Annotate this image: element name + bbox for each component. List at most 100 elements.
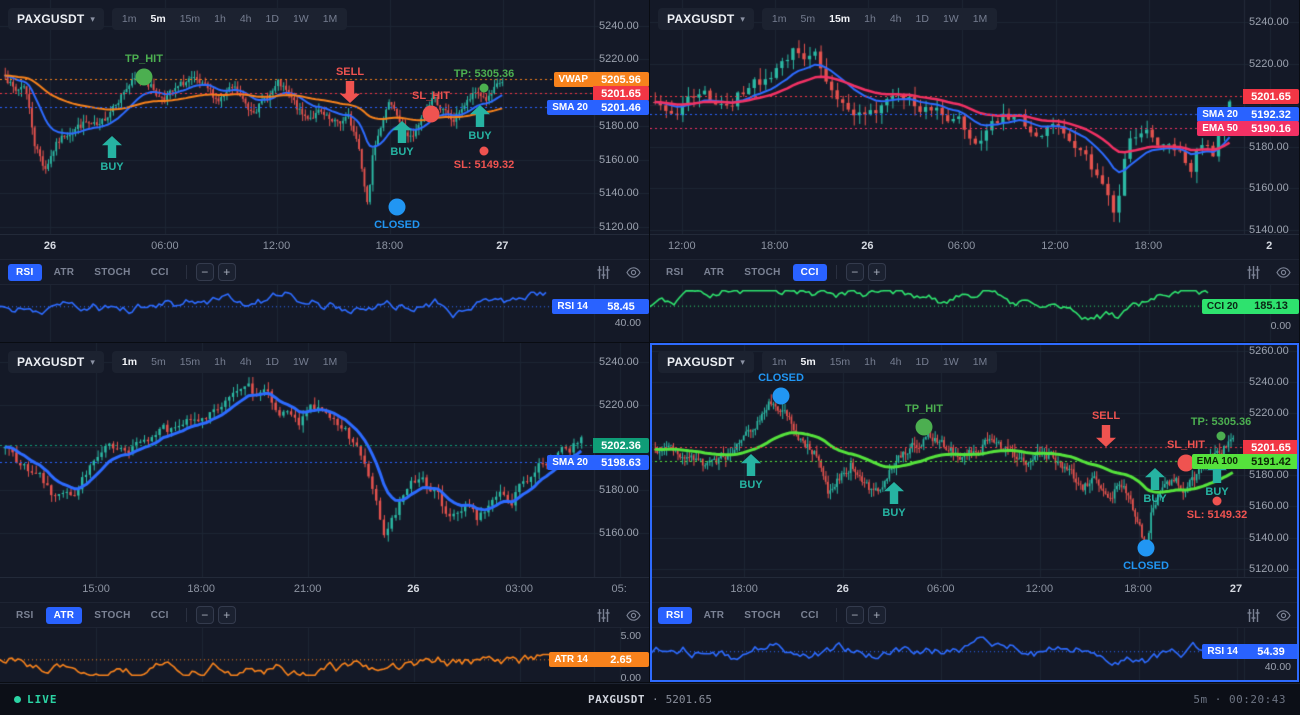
price-chart[interactable]: 5240.005220.005180.005160.005140.005120.… [0, 0, 649, 234]
chevron-down-icon: ▾ [740, 358, 745, 367]
timeframe-group: 1m5m15m1h4h1D1W1M [762, 8, 997, 30]
zoom-in-button[interactable]: + [218, 606, 236, 624]
price-tag: SMA 205192.32 [1197, 107, 1299, 122]
timeframe-15m[interactable]: 15m [824, 354, 856, 370]
indicator-tab-atr[interactable]: ATR [696, 607, 733, 624]
price-chart[interactable]: 5240.005220.005180.005160.005140.005201.… [650, 0, 1299, 234]
trade-level-dot [1217, 432, 1226, 441]
visibility-eye-icon[interactable] [625, 264, 641, 280]
timeframe-1W[interactable]: 1W [287, 11, 315, 27]
indicator-tab-rsi[interactable]: RSI [8, 607, 42, 624]
timeframe-5m[interactable]: 5m [795, 354, 822, 370]
indicator-tab-cci[interactable]: CCI [793, 264, 827, 281]
timeframe-1m[interactable]: 1m [116, 11, 143, 27]
indicator-tab-cci[interactable]: CCI [143, 264, 177, 281]
price-chart[interactable]: 5260.005240.005220.005180.005160.005140.… [650, 343, 1299, 577]
zoom-out-button[interactable]: − [846, 606, 864, 624]
timeframe-4h[interactable]: 4h [884, 11, 908, 27]
timeframe-1W[interactable]: 1W [287, 354, 315, 370]
indicator-tab-stoch[interactable]: STOCH [736, 264, 788, 281]
statusbar-clock: 00:20:43 [1229, 693, 1286, 706]
indicator-tab-rsi[interactable]: RSI [658, 607, 692, 624]
timeframe-1m[interactable]: 1m [116, 354, 143, 370]
y-axis-label: 5180.00 [599, 484, 639, 496]
symbol-selector[interactable]: PAXGUSDT▾ [8, 8, 104, 30]
timeframe-1M[interactable]: 1M [317, 11, 344, 27]
timeframe-1D[interactable]: 1D [910, 11, 935, 27]
settings-sliders-icon[interactable] [1245, 264, 1261, 280]
price-tag-value: 5205.96 [593, 72, 649, 87]
indicator-tab-cci[interactable]: CCI [793, 607, 827, 624]
symbol-selector[interactable]: PAXGUSDT▾ [658, 8, 754, 30]
statusbar-timeframe-clock: 5m · 00:20:43 [1193, 693, 1286, 706]
indicator-tab-stoch[interactable]: STOCH [86, 607, 138, 624]
settings-sliders-icon[interactable] [595, 607, 611, 623]
indicator-tab-atr[interactable]: ATR [46, 264, 83, 281]
y-axis-label: 5220.00 [599, 53, 639, 65]
settings-sliders-icon[interactable] [1245, 607, 1261, 623]
timeframe-5m[interactable]: 5m [795, 11, 822, 27]
timeframe-4h[interactable]: 4h [234, 11, 258, 27]
indicator-chart[interactable]: ATR 142.655.000.00 [0, 628, 649, 682]
timeframe-1h[interactable]: 1h [208, 11, 232, 27]
timeframe-1m[interactable]: 1m [766, 354, 793, 370]
toolbar-divider [836, 608, 837, 622]
indicator-tab-cci[interactable]: CCI [143, 607, 177, 624]
symbol-selector[interactable]: PAXGUSDT▾ [658, 351, 754, 373]
timeframe-15m[interactable]: 15m [174, 354, 206, 370]
zoom-in-button[interactable]: + [868, 263, 886, 281]
indicator-tab-stoch[interactable]: STOCH [86, 264, 138, 281]
visibility-eye-icon[interactable] [1275, 264, 1291, 280]
x-axis[interactable]: 12:0018:002606:0012:0018:002 [650, 234, 1299, 259]
timeframe-1D[interactable]: 1D [910, 354, 935, 370]
indicator-chart[interactable]: RSI 1458.4540.00 [0, 285, 649, 342]
timeframe-1D[interactable]: 1D [260, 11, 285, 27]
indicator-tab-atr[interactable]: ATR [696, 264, 733, 281]
timeframe-4h[interactable]: 4h [884, 354, 908, 370]
indicator-chart[interactable]: CCI 20185.130.00 [650, 285, 1299, 342]
x-axis[interactable]: 18:002606:0012:0018:0027 [650, 577, 1299, 602]
timeframe-1M[interactable]: 1M [967, 354, 994, 370]
price-chart[interactable]: 5240.005220.005180.005160.005202.36SMA 2… [0, 343, 649, 577]
timeframe-1h[interactable]: 1h [208, 354, 232, 370]
settings-sliders-icon[interactable] [595, 264, 611, 280]
timeframe-1h[interactable]: 1h [858, 354, 882, 370]
timeframe-1D[interactable]: 1D [260, 354, 285, 370]
y-axis[interactable]: 5240.005220.005180.005160.005140.005120.… [593, 0, 649, 234]
timeframe-1m[interactable]: 1m [766, 11, 793, 27]
zoom-out-button[interactable]: − [196, 263, 214, 281]
timeframe-1h[interactable]: 1h [858, 11, 882, 27]
timeframe-15m[interactable]: 15m [823, 11, 856, 27]
timeframe-4h[interactable]: 4h [234, 354, 258, 370]
indicator-tab-rsi[interactable]: RSI [8, 264, 42, 281]
price-tag-value: 5201.46 [593, 100, 649, 115]
x-axis[interactable]: 15:0018:0021:002603:0005: [0, 577, 649, 602]
y-axis-label: 5180.00 [1249, 469, 1289, 481]
candlestick-canvas[interactable] [0, 0, 650, 234]
marker-label: SL_HIT [412, 90, 450, 102]
zoom-out-button[interactable]: − [846, 263, 864, 281]
timeframe-5m[interactable]: 5m [145, 354, 172, 370]
timeframe-1W[interactable]: 1W [937, 354, 965, 370]
trade-event-icon [423, 106, 440, 123]
timeframe-15m[interactable]: 15m [174, 11, 206, 27]
zoom-in-button[interactable]: + [218, 263, 236, 281]
visibility-eye-icon[interactable] [1275, 607, 1291, 623]
indicator-tab-stoch[interactable]: STOCH [736, 607, 788, 624]
indicator-chart[interactable]: RSI 1454.3940.00 [650, 628, 1299, 682]
timeframe-1W[interactable]: 1W [937, 11, 965, 27]
timeframe-1M[interactable]: 1M [317, 354, 344, 370]
y-axis-label: 5260.00 [1249, 345, 1289, 357]
visibility-eye-icon[interactable] [625, 607, 641, 623]
indicator-tab-rsi[interactable]: RSI [658, 264, 692, 281]
zoom-in-button[interactable]: + [868, 606, 886, 624]
x-axis[interactable]: 2606:0012:0018:0027 [0, 234, 649, 259]
y-axis-label: 5220.00 [1249, 58, 1289, 70]
zoom-out-button[interactable]: − [196, 606, 214, 624]
timeframe-1M[interactable]: 1M [967, 11, 994, 27]
timeframe-5m[interactable]: 5m [145, 11, 172, 27]
symbol-selector[interactable]: PAXGUSDT▾ [8, 351, 104, 373]
marker-label: BUY [100, 161, 123, 173]
chart-header: PAXGUSDT▾ 1m5m15m1h4h1D1W1M [8, 8, 347, 30]
indicator-tab-atr[interactable]: ATR [46, 607, 83, 624]
